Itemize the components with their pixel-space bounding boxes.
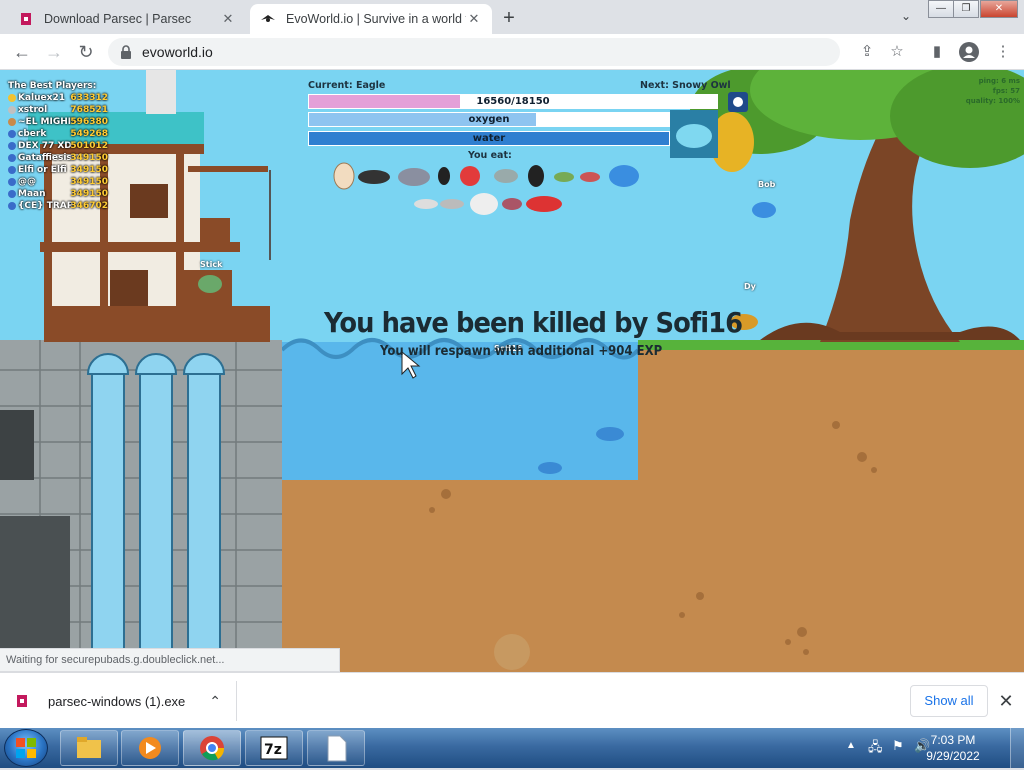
current-animal-label: Current: Eagle — [308, 80, 386, 91]
water-bar: water — [308, 131, 670, 146]
show-desktop-button[interactable] — [1010, 728, 1024, 768]
fps-text: fps: 57 — [992, 87, 1020, 95]
restore-button[interactable]: ❐ — [953, 0, 979, 18]
player-tag: Stick — [200, 260, 223, 269]
back-arrow-icon[interactable]: ← — [10, 40, 34, 64]
gold-badge-icon — [8, 94, 16, 102]
leaderboard-row: cberk 549268 — [8, 128, 108, 140]
close-window-button[interactable]: ✕ — [980, 0, 1018, 18]
close-icon[interactable]: ✕ — [220, 11, 236, 27]
leaderboard-row: {CE} TRAP 346702 — [8, 200, 108, 212]
ping-text: ping: 6 ms — [978, 77, 1020, 85]
url-text: evoworld.io — [142, 44, 213, 60]
tab-title: Download Parsec | Parsec — [44, 12, 192, 26]
network-stats: ping: 6 ms fps: 57 quality: 100% — [966, 76, 1020, 106]
start-button[interactable] — [4, 729, 48, 767]
media-player-icon[interactable] — [121, 730, 179, 766]
parsec-icon — [21, 13, 31, 25]
blank-document-icon[interactable] — [307, 730, 365, 766]
rank-badge-icon — [8, 142, 16, 150]
ability-icon[interactable] — [728, 92, 748, 112]
clock-date: 9/29/2022 — [926, 749, 980, 763]
tab-evoworld[interactable]: EvoWorld.io | Survive in a world full of… — [250, 4, 492, 34]
rank-badge-icon — [8, 190, 16, 198]
tab-title: EvoWorld.io | Survive in a world full of — [286, 12, 466, 26]
rank-badge-icon — [8, 166, 16, 174]
leaderboard-row: Elfi or Elfi 349150 — [8, 164, 108, 176]
evoworld-icon — [261, 15, 275, 22]
oxygen-label: oxygen — [468, 114, 510, 125]
player-tag: Dy — [744, 282, 756, 291]
bronze-badge-icon — [8, 118, 16, 126]
food-icons — [333, 162, 639, 215]
death-message: You have been killed by Sofi16 — [324, 306, 743, 339]
share-icon[interactable]: ⇪ — [856, 41, 878, 63]
leaderboard-row: ~EL MIGHI~ 596380 — [8, 116, 108, 128]
download-item[interactable]: parsec-windows (1).exe ⌃ — [14, 685, 221, 717]
close-icon[interactable]: ✕ — [466, 11, 482, 27]
download-filename: parsec-windows (1).exe — [48, 693, 186, 709]
leaderboard-row: Kaluex21 633312 — [8, 92, 108, 104]
next-animal-label: Next: Snowy Owl — [640, 80, 731, 91]
forward-arrow-icon[interactable]: → — [42, 40, 66, 64]
chevron-up-icon[interactable]: ▲ — [846, 740, 856, 751]
xp-bar: 16560/18150 — [308, 94, 718, 109]
leaderboard-title: The Best Players: — [8, 81, 97, 91]
close-icon[interactable]: ✕ — [996, 689, 1016, 713]
leaderboard-row: Gataffiesis 349150 — [8, 152, 108, 164]
taskbar: 7z ▲ 🖧 ⚑ 🔊 7:03 PM 9/29/2022 — [0, 728, 1024, 768]
tab-strip: Download Parsec | Parsec ✕ EvoWorld.io |… — [0, 0, 1024, 34]
quality-text: quality: 100% — [965, 97, 1020, 105]
chevron-up-icon[interactable]: ⌃ — [209, 693, 221, 710]
silver-badge-icon — [8, 106, 16, 114]
leaderboard-row: xstrol 768521 — [8, 104, 108, 116]
chrome-icon[interactable] — [183, 730, 241, 766]
leaderboard-row: Maan 349150 — [8, 188, 108, 200]
windows-logo-icon — [16, 738, 36, 758]
oxygen-bar: oxygen — [308, 112, 670, 127]
show-all-button[interactable]: Show all — [910, 685, 988, 717]
chevron-down-icon[interactable]: ⌄ — [897, 9, 915, 27]
respawn-message: You will respawn with additional +904 EX… — [380, 344, 663, 359]
parsec-file-icon — [17, 695, 27, 707]
rank-badge-icon — [8, 130, 16, 138]
minimize-button[interactable]: — — [928, 0, 954, 18]
lock-icon — [121, 45, 131, 59]
side-panel-icon[interactable]: ▮ — [926, 41, 948, 63]
flag-icon[interactable]: ⚑ — [892, 738, 904, 754]
status-bar: Waiting for securepubads.g.doubleclick.n… — [0, 648, 340, 672]
leaderboard-row: @@ 349150 — [8, 176, 108, 188]
leaderboard-row: DEX 77 XD 501012 — [8, 140, 108, 152]
windows-explorer-icon[interactable] — [60, 730, 118, 766]
svg-text:7z: 7z — [264, 742, 282, 758]
download-shelf: parsec-windows (1).exe ⌃ Show all ✕ — [0, 672, 1024, 728]
reload-icon[interactable]: ↻ — [74, 40, 98, 64]
game-canvas[interactable]: Current: Eagle Next: Snowy Owl 16560/181… — [0, 70, 1024, 672]
profile-avatar-icon[interactable] — [958, 41, 980, 63]
clock-time: 7:03 PM — [930, 733, 976, 747]
7zip-icon[interactable]: 7z — [245, 730, 303, 766]
divider — [236, 681, 237, 721]
player-tag: Bob — [758, 180, 776, 189]
network-icon[interactable]: 🖧 — [868, 738, 883, 760]
star-icon[interactable]: ☆ — [886, 41, 908, 63]
rank-badge-icon — [8, 202, 16, 210]
xp-text: 16560/18150 — [476, 96, 550, 107]
new-tab-button[interactable]: + — [498, 8, 520, 30]
rank-badge-icon — [8, 154, 16, 162]
tab-download-parsec[interactable]: Download Parsec | Parsec ✕ — [8, 4, 246, 34]
clock[interactable]: 7:03 PM 9/29/2022 — [918, 732, 988, 764]
rank-badge-icon — [8, 178, 16, 186]
address-bar[interactable]: evoworld.io — [108, 38, 840, 66]
next-animal-portrait — [670, 110, 718, 158]
water-label: water — [472, 133, 506, 144]
kebab-menu-icon[interactable]: ⋮ — [992, 41, 1014, 63]
xp-bar-fill — [309, 95, 460, 108]
browser-toolbar: ← → ↻ evoworld.io ⇪ ☆ ▮ ⋮ — [0, 34, 1024, 70]
